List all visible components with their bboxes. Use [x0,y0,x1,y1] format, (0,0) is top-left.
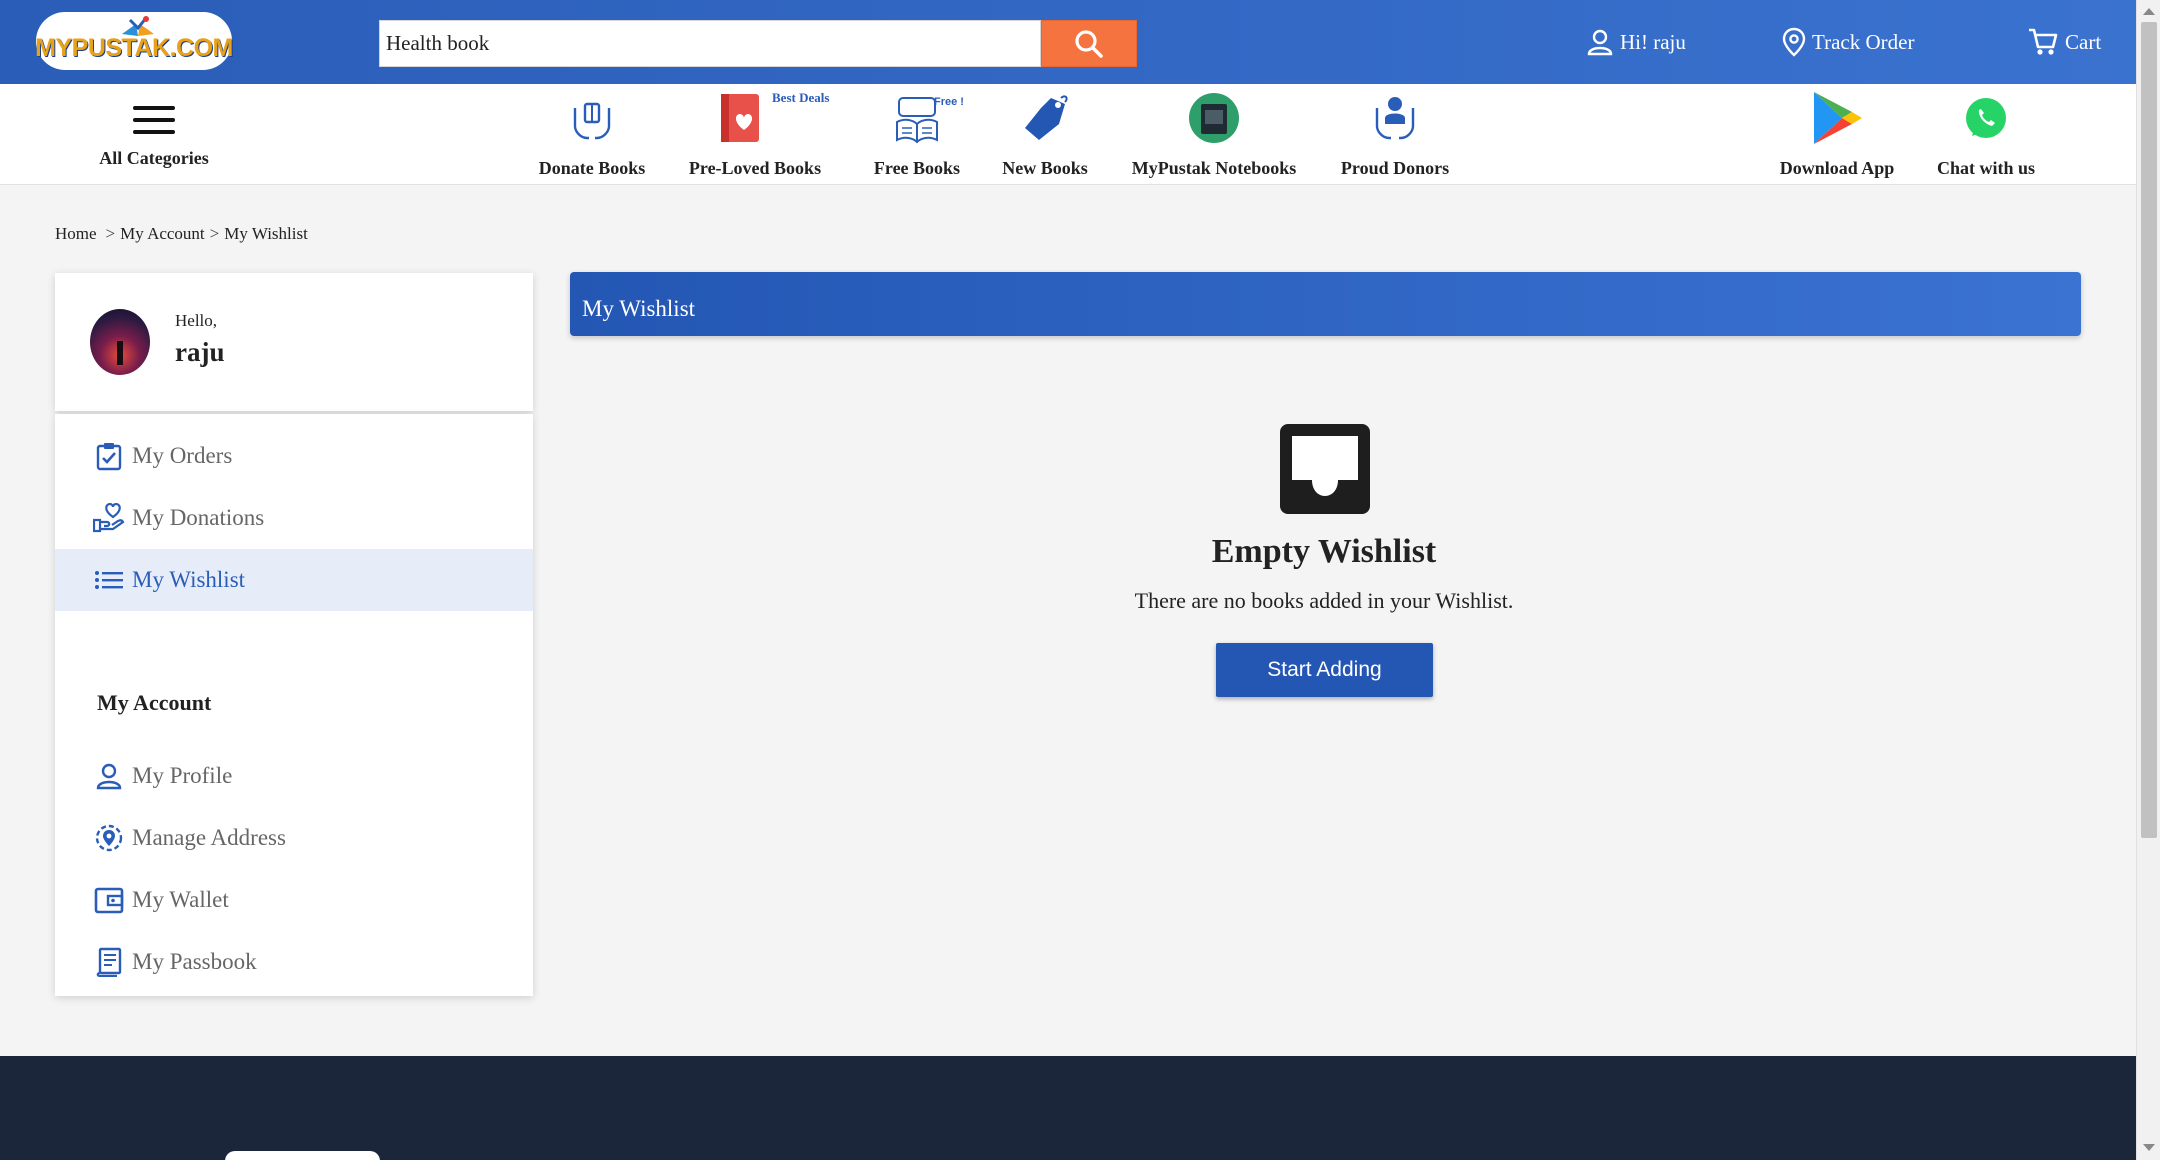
all-categories-button[interactable]: All Categories [94,84,214,185]
track-order-label: Track Order [1812,29,1915,54]
passbook-icon [96,947,122,977]
category-label: Donate Books [538,158,646,178]
scroll-up-arrow-icon[interactable] [2143,8,2155,15]
download-app-button[interactable]: Download App [1767,84,1907,185]
sidebar-item-label: Manage Address [132,825,286,850]
location-icon [95,824,123,852]
book-bird-icon [122,16,154,36]
cart-link[interactable]: Cart [2027,24,2101,60]
start-adding-button[interactable]: Start Adding [1216,643,1433,697]
donate-hands-icon [573,102,611,140]
search-icon [1075,29,1103,58]
category-donate-books[interactable]: Donate Books [532,84,652,185]
search-box [379,20,1041,67]
greeting-text: Hi! raju [1620,29,1686,54]
username: raju [175,337,225,367]
breadcrumb: Home > My Account > My Wishlist [55,224,308,244]
category-new-books[interactable]: New Books [985,84,1105,185]
scrollbar-thumb[interactable] [2141,22,2157,838]
play-store-icon [1814,92,1862,144]
chat-label: Chat with us [1936,158,2036,178]
search-button[interactable] [1041,20,1137,67]
new-tag-icon [1025,95,1068,140]
top-header: MYPUSTAK.COM Hi! raju Track Order Cart [0,0,2136,84]
best-deals-badge: Best Deals [772,90,830,105]
donor-hands-icon [1375,97,1415,140]
cart-icon [2029,28,2058,55]
my-account-heading: My Account [97,690,212,715]
notebook-icon [1189,93,1239,143]
sidebar-item-label: My Wallet [132,887,229,912]
wishlist-header: My Wishlist [570,272,2081,336]
breadcrumb-current: My Wishlist [224,224,308,243]
category-label: Pre-Loved Books [688,158,822,178]
page-scrollbar[interactable] [2136,0,2160,1160]
hello-text: Hello, [175,311,218,330]
user-icon [1587,29,1613,56]
profile-card: Hello, raju [55,273,533,411]
category-label: Free Books [873,158,961,178]
category-label: New Books [1002,158,1088,178]
breadcrumb-home[interactable]: Home [55,224,97,244]
category-bar: All Categories Donate Books Best Deals P… [0,84,2136,185]
hamburger-menu-icon [133,106,175,134]
all-categories-label: All Categories [99,148,209,168]
sidebar-item-my-wallet[interactable]: My Wallet [55,869,533,931]
empty-wishlist-title: Empty Wishlist [1211,533,1437,570]
sidebar-item-label: My Donations [132,505,265,530]
category-free-books[interactable]: Free ! Free Books [857,84,977,185]
category-label: MyPustak Notebooks [1131,158,1297,178]
sidebar-item-my-wishlist[interactable]: My Wishlist [55,549,533,611]
sidebar-item-my-passbook[interactable]: My Passbook [55,931,533,993]
cart-label: Cart [2065,29,2102,54]
footer-logo[interactable] [225,1151,380,1160]
breadcrumb-separator: > [105,224,116,243]
inbox-tray-icon [1280,424,1370,514]
sidebar-item-label: My Orders [132,443,233,468]
sidebar-item-manage-address[interactable]: Manage Address [55,807,533,869]
free-badge: Free ! [934,96,964,108]
avatar [90,309,150,375]
sidebar-item-label: My Profile [132,763,233,788]
whatsapp-icon [1966,98,2006,138]
track-order-link[interactable]: Track Order [1782,24,1914,60]
sidebar-item-label: My Passbook [132,949,257,974]
mypustak-logo[interactable]: MYPUSTAK.COM [35,12,233,70]
footer [0,1056,2136,1160]
account-menu: My Orders My Donations My Wishlist My Ac… [55,414,533,996]
user-icon [96,763,122,790]
download-app-label: Download App [1779,158,1895,178]
search-input[interactable] [380,21,1040,66]
hand-heart-icon [93,503,125,533]
sidebar-item-my-profile[interactable]: My Profile [55,745,533,807]
clipboard-check-icon [96,443,122,471]
page-title: My Wishlist [582,296,696,321]
sidebar-item-my-donations[interactable]: My Donations [55,487,533,549]
category-proud-donors[interactable]: Proud Donors [1335,84,1455,185]
breadcrumb-my-account[interactable]: My Account [120,224,205,244]
breadcrumb-separator: > [209,224,220,243]
location-pin-icon [1782,27,1806,57]
account-link[interactable]: Hi! raju [1586,24,1686,60]
category-pre-loved-books[interactable]: Best Deals Pre-Loved Books [680,84,830,185]
scroll-down-arrow-icon[interactable] [2143,1144,2155,1151]
list-icon [95,571,123,589]
book-heart-icon [721,94,759,142]
category-label: Proud Donors [1340,158,1450,178]
sidebar-item-label: My Wishlist [132,567,246,592]
empty-wishlist-message: There are no books added in your Wishlis… [1134,588,1514,613]
wallet-icon [94,887,124,914]
chat-with-us-button[interactable]: Chat with us [1926,84,2046,185]
sidebar-item-my-orders[interactable]: My Orders [55,425,533,487]
category-mypustak-notebooks[interactable]: MyPustak Notebooks [1124,84,1304,185]
